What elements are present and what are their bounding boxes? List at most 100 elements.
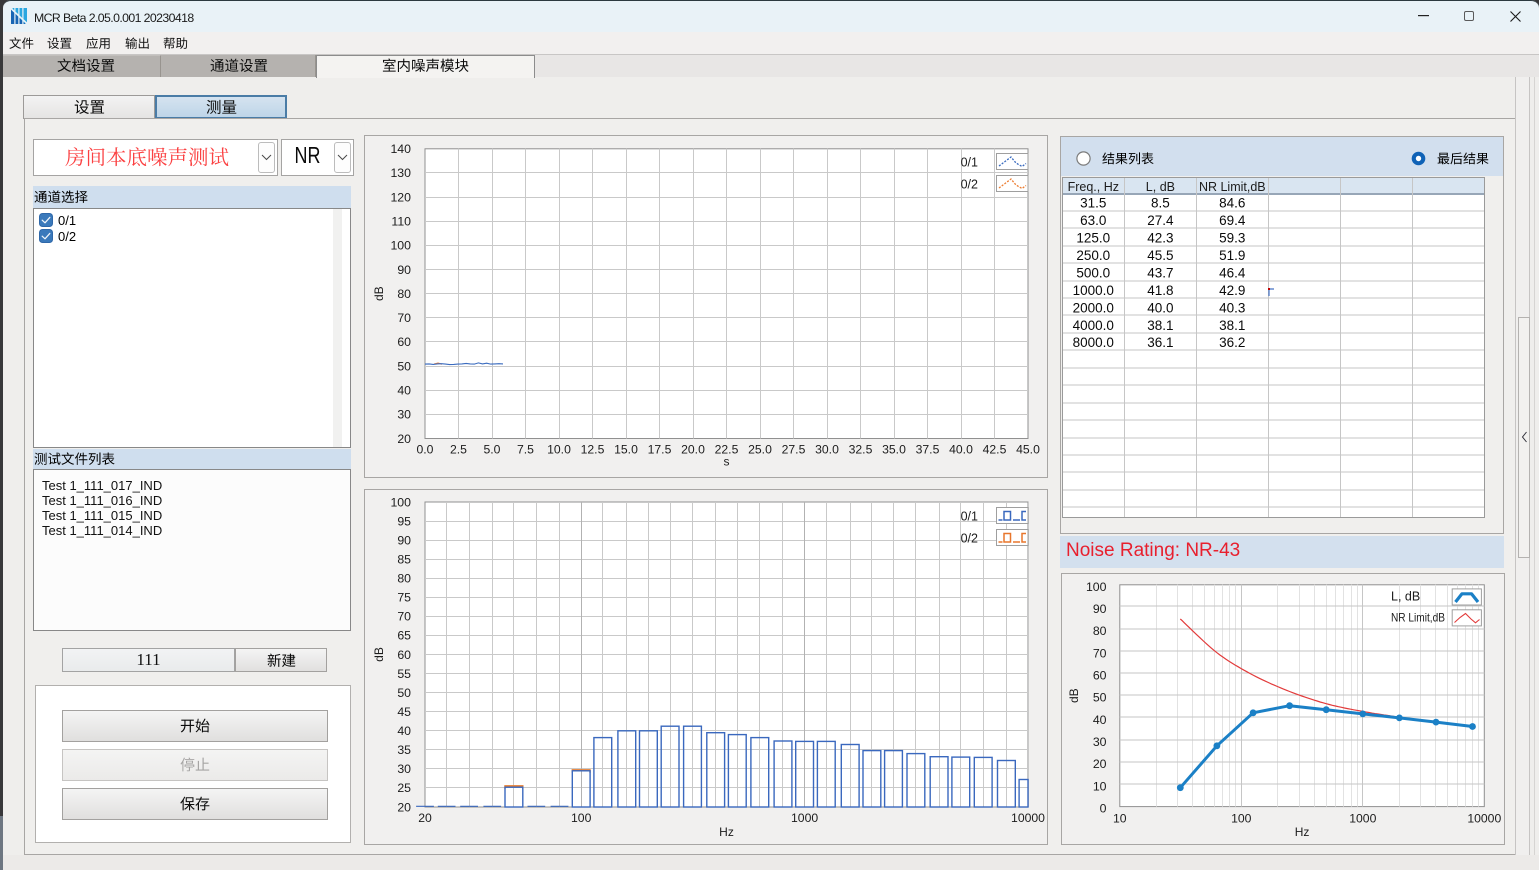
- svg-text:85: 85: [397, 553, 411, 567]
- svg-text:100: 100: [1231, 811, 1252, 825]
- svg-text:70: 70: [397, 311, 411, 325]
- svg-text:0/1: 0/1: [961, 156, 978, 170]
- svg-text:15.0: 15.0: [614, 443, 638, 457]
- svg-text:s: s: [724, 455, 730, 469]
- svg-text:10: 10: [1093, 779, 1107, 793]
- svg-text:40: 40: [397, 384, 411, 398]
- svg-text:250.0: 250.0: [1076, 247, 1110, 262]
- svg-text:Hz: Hz: [719, 825, 734, 839]
- svg-text:50: 50: [397, 686, 411, 700]
- svg-text:10000: 10000: [1467, 811, 1501, 825]
- svg-text:1000.0: 1000.0: [1073, 282, 1114, 297]
- svg-text:36.1: 36.1: [1147, 335, 1173, 350]
- svg-text:90: 90: [397, 533, 411, 547]
- svg-text:51.9: 51.9: [1219, 247, 1245, 262]
- svg-text:100: 100: [1086, 579, 1107, 593]
- svg-text:125.0: 125.0: [1076, 230, 1110, 245]
- svg-text:110: 110: [391, 215, 411, 229]
- svg-text:60: 60: [397, 648, 411, 662]
- svg-text:84.6: 84.6: [1219, 195, 1245, 210]
- svg-text:40.0: 40.0: [1147, 300, 1173, 315]
- svg-text:25.0: 25.0: [748, 443, 772, 457]
- svg-text:30: 30: [397, 408, 411, 422]
- svg-text:0.0: 0.0: [417, 443, 434, 457]
- svg-text:60: 60: [1093, 668, 1107, 682]
- svg-text:130: 130: [390, 166, 411, 180]
- svg-text:42.9: 42.9: [1219, 282, 1245, 297]
- svg-text:17.5: 17.5: [648, 443, 672, 457]
- svg-text:60: 60: [397, 335, 411, 349]
- svg-text:31.5: 31.5: [1080, 195, 1106, 210]
- svg-text:0/2: 0/2: [961, 178, 978, 192]
- svg-text:8000.0: 8000.0: [1073, 335, 1114, 350]
- svg-text:55: 55: [397, 667, 411, 681]
- svg-text:32.5: 32.5: [849, 443, 873, 457]
- svg-text:95: 95: [397, 514, 411, 528]
- svg-text:8.5: 8.5: [1151, 195, 1170, 210]
- svg-text:69.4: 69.4: [1219, 213, 1246, 228]
- svg-text:20: 20: [397, 432, 411, 446]
- svg-text:20.0: 20.0: [681, 443, 705, 457]
- svg-text:20: 20: [1093, 757, 1107, 771]
- svg-text:NR Limit,dB: NR Limit,dB: [1391, 610, 1445, 624]
- svg-text:45.0: 45.0: [1016, 443, 1040, 457]
- svg-text:70: 70: [397, 610, 411, 624]
- svg-text:63.0: 63.0: [1080, 213, 1106, 228]
- svg-text:41.8: 41.8: [1147, 282, 1173, 297]
- svg-text:27.4: 27.4: [1147, 213, 1174, 228]
- svg-text:35: 35: [397, 743, 411, 757]
- svg-text:120: 120: [390, 190, 411, 204]
- svg-text:1000: 1000: [791, 811, 818, 825]
- svg-text:80: 80: [397, 287, 411, 301]
- svg-text:20: 20: [418, 811, 432, 825]
- svg-text:75: 75: [397, 591, 411, 605]
- svg-text:140: 140: [390, 142, 411, 156]
- svg-text:100: 100: [390, 239, 411, 253]
- svg-text:100: 100: [390, 495, 411, 509]
- svg-text:25: 25: [397, 781, 411, 795]
- svg-text:0/1: 0/1: [961, 510, 978, 524]
- svg-text:dB: dB: [1067, 688, 1081, 703]
- svg-text:NR Limit,dB: NR Limit,dB: [1199, 180, 1266, 194]
- svg-text:38.1: 38.1: [1147, 317, 1173, 332]
- svg-text:20: 20: [397, 800, 411, 814]
- svg-text:45.5: 45.5: [1147, 247, 1173, 262]
- svg-text:70: 70: [1093, 646, 1107, 660]
- svg-text:4000.0: 4000.0: [1073, 317, 1114, 332]
- svg-text:10.0: 10.0: [547, 443, 571, 457]
- svg-text:1000: 1000: [1349, 811, 1376, 825]
- svg-text:37.5: 37.5: [916, 443, 940, 457]
- svg-text:30.0: 30.0: [815, 443, 839, 457]
- svg-text:42.5: 42.5: [983, 443, 1007, 457]
- svg-text:59.3: 59.3: [1219, 230, 1245, 245]
- svg-text:50: 50: [1093, 690, 1107, 704]
- svg-text:90: 90: [397, 263, 411, 277]
- svg-text:dB: dB: [372, 647, 386, 662]
- svg-text:80: 80: [397, 572, 411, 586]
- svg-text:30: 30: [1093, 735, 1107, 749]
- svg-text:42.3: 42.3: [1147, 230, 1173, 245]
- svg-text:40: 40: [1093, 712, 1107, 726]
- svg-text:0: 0: [1100, 801, 1107, 815]
- svg-text:46.4: 46.4: [1219, 265, 1246, 280]
- svg-text:12.5: 12.5: [581, 443, 605, 457]
- svg-text:65: 65: [397, 629, 411, 643]
- svg-text:10000: 10000: [1011, 811, 1045, 825]
- svg-text:7.5: 7.5: [517, 443, 534, 457]
- svg-text:43.7: 43.7: [1147, 265, 1173, 280]
- svg-text:2.5: 2.5: [450, 443, 467, 457]
- svg-text:27.5: 27.5: [782, 443, 806, 457]
- svg-text:100: 100: [571, 811, 592, 825]
- svg-text:30: 30: [397, 762, 411, 776]
- svg-text:500.0: 500.0: [1076, 265, 1110, 280]
- svg-text:Hz: Hz: [1295, 825, 1310, 839]
- svg-text:50: 50: [397, 359, 411, 373]
- svg-text:L, dB: L, dB: [1146, 180, 1175, 194]
- svg-text:10: 10: [1113, 811, 1127, 825]
- svg-text:40.3: 40.3: [1219, 300, 1245, 315]
- svg-text:80: 80: [1093, 624, 1107, 638]
- svg-text:5.0: 5.0: [484, 443, 501, 457]
- svg-text:45: 45: [397, 705, 411, 719]
- svg-text:Freq., Hz: Freq., Hz: [1068, 180, 1119, 194]
- svg-text:38.1: 38.1: [1219, 317, 1245, 332]
